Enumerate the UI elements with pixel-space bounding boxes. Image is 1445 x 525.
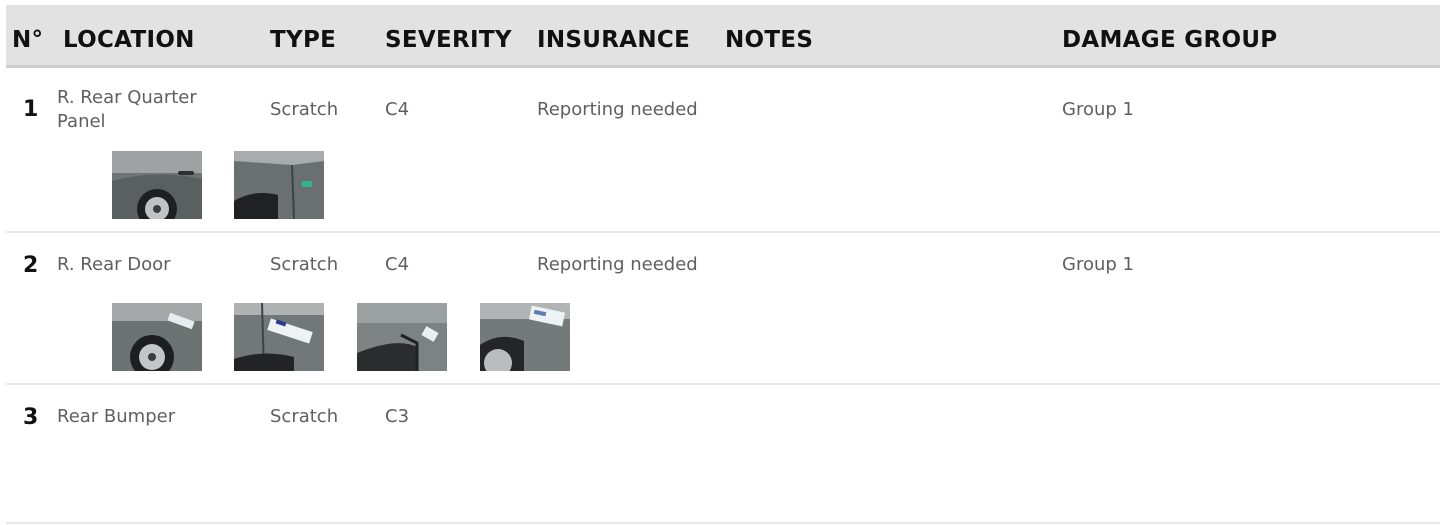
row-divider bbox=[6, 383, 1440, 385]
header-insurance: INSURANCE bbox=[537, 27, 691, 53]
severity-cell: C4 bbox=[385, 99, 410, 120]
header-number: N° bbox=[12, 27, 44, 53]
type-cell: Scratch bbox=[270, 99, 339, 120]
table-header: N° LOCATION TYPE SEVERITY INSURANCE NOTE… bbox=[6, 5, 1440, 65]
location-cell: Rear Bumper bbox=[57, 406, 176, 427]
damage-photo-thumbnail[interactable] bbox=[234, 151, 324, 219]
type-cell: Scratch bbox=[270, 406, 339, 427]
damage-photo-thumbnail[interactable] bbox=[357, 303, 447, 371]
damage-table: N° LOCATION TYPE SEVERITY INSURANCE NOTE… bbox=[0, 0, 1445, 525]
location-cell: R. Rear Quarter Panel bbox=[57, 87, 197, 132]
severity-cell: C4 bbox=[385, 254, 410, 275]
insurance-cell: Reporting needed bbox=[537, 254, 698, 275]
header-severity: SEVERITY bbox=[385, 27, 512, 53]
type-cell: Scratch bbox=[270, 254, 339, 275]
row-number: 3 bbox=[23, 405, 39, 430]
damage-photo-thumbnail[interactable] bbox=[234, 303, 324, 371]
car-photo-icon bbox=[480, 303, 570, 371]
insurance-cell: Reporting needed bbox=[537, 99, 698, 120]
damage-photo-thumbnail[interactable] bbox=[480, 303, 570, 371]
damage-photo-thumbnail[interactable] bbox=[112, 303, 202, 371]
car-photo-icon bbox=[234, 151, 324, 219]
car-photo-icon bbox=[234, 303, 324, 371]
header-type: TYPE bbox=[270, 27, 337, 53]
row-divider bbox=[6, 231, 1440, 233]
header-location: LOCATION bbox=[63, 27, 195, 53]
row-divider bbox=[6, 522, 1440, 524]
header-divider bbox=[6, 65, 1440, 68]
damage-group-cell: Group 1 bbox=[1062, 254, 1134, 275]
damage-group-cell: Group 1 bbox=[1062, 99, 1134, 120]
row-number: 1 bbox=[23, 97, 39, 122]
row-number: 2 bbox=[23, 253, 39, 278]
car-photo-icon bbox=[357, 303, 447, 371]
header-damage-group: DAMAGE GROUP bbox=[1062, 27, 1278, 53]
severity-cell: C3 bbox=[385, 406, 410, 427]
location-cell: R. Rear Door bbox=[57, 254, 171, 275]
car-photo-icon bbox=[112, 303, 202, 371]
header-notes: NOTES bbox=[725, 27, 814, 53]
damage-photo-thumbnail[interactable] bbox=[112, 151, 202, 219]
car-photo-icon bbox=[112, 151, 202, 219]
